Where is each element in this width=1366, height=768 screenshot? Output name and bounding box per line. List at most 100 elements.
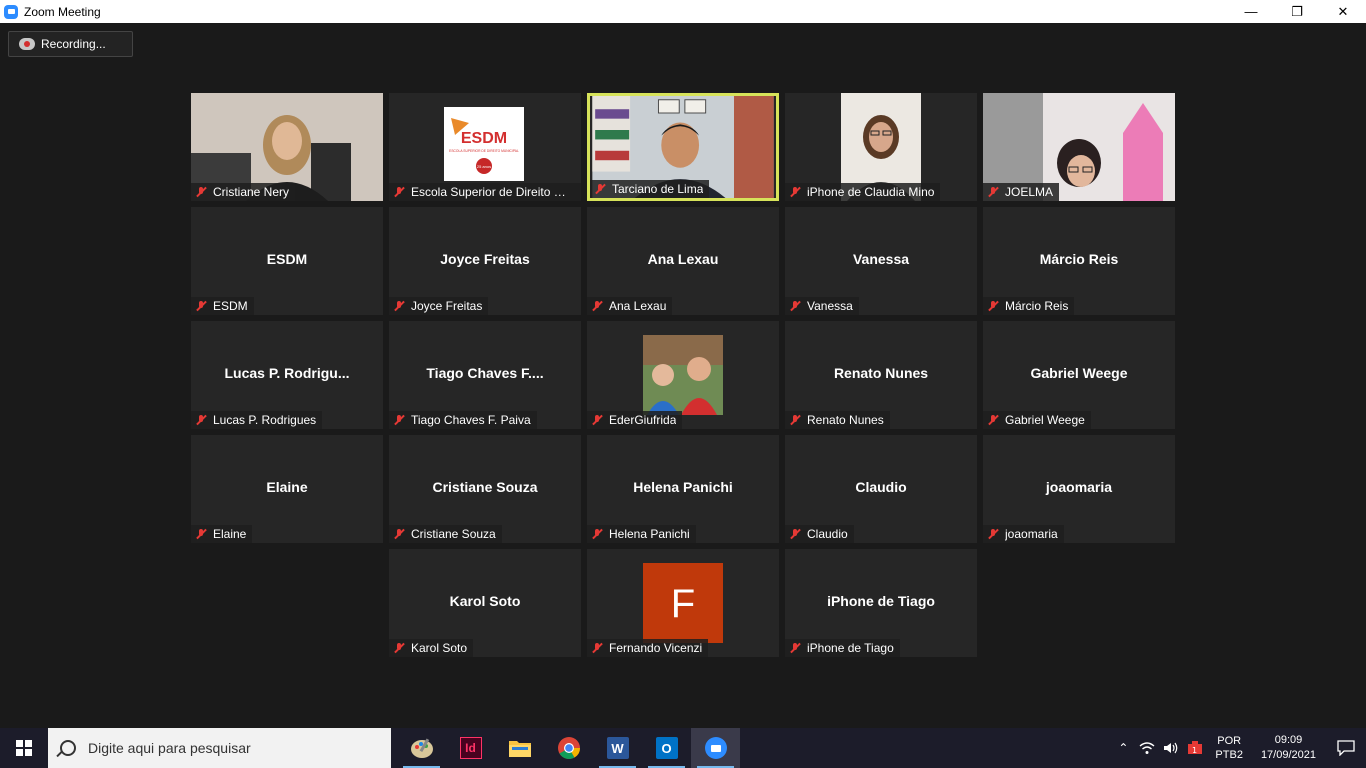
restore-button[interactable]: ❐ xyxy=(1274,0,1320,23)
participant-label: JOELMA xyxy=(983,183,1060,201)
indesign-icon[interactable]: Id xyxy=(446,728,495,768)
participant-label: Lucas P. Rodrigues xyxy=(191,411,323,429)
muted-mic-icon xyxy=(393,300,405,312)
participant-tile-cristiane-souza[interactable]: Cristiane Souza Cristiane Souza xyxy=(389,435,581,543)
participant-tile-edergiufrida[interactable]: EderGiufrida xyxy=(587,321,779,429)
participant-tile-iphone-de-tiago[interactable]: iPhone de Tiago iPhone de Tiago xyxy=(785,549,977,657)
participant-label: Claudio xyxy=(785,525,854,543)
notifications-icon[interactable] xyxy=(1326,740,1366,756)
participant-name: iPhone de Claudia Mino xyxy=(807,185,935,199)
participant-name: Ana Lexau xyxy=(609,299,667,313)
participant-label: Cristiane Nery xyxy=(191,183,296,201)
participant-tile-escola-superior-de-direito-mu[interactable]: ESDM ESCOLA SUPERIOR DE DIREITO MUNICIPA… xyxy=(389,93,581,201)
chevron-up-icon[interactable]: ⌃ xyxy=(1111,741,1135,755)
participant-label: Joyce Freitas xyxy=(389,297,489,315)
close-button[interactable]: ✕ xyxy=(1320,0,1366,23)
participant-tile-fernando-vicenzi[interactable]: F Fernando Vicenzi xyxy=(587,549,779,657)
participant-name: Cristiane Souza xyxy=(411,527,496,541)
participant-tile-karol-soto[interactable]: Karol Soto Karol Soto xyxy=(389,549,581,657)
windows-icon xyxy=(16,740,32,756)
participant-name: Fernando Vicenzi xyxy=(609,641,703,655)
participant-display-name: Elaine xyxy=(266,479,308,495)
paint-icon[interactable] xyxy=(397,728,446,768)
clock-time: 09:09 xyxy=(1274,734,1303,746)
participant-tile-elaine[interactable]: Elaine Elaine xyxy=(191,435,383,543)
recording-indicator[interactable]: Recording... xyxy=(8,31,133,57)
participant-tile-vanessa[interactable]: Vanessa Vanessa xyxy=(785,207,977,315)
participant-name: Vanessa xyxy=(807,299,853,313)
participant-tile-lucas-p-rodrigues[interactable]: Lucas P. Rodrigu... Lucas P. Rodrigues xyxy=(191,321,383,429)
clock[interactable]: 09:09 17/09/2021 xyxy=(1261,733,1316,763)
muted-mic-icon xyxy=(591,300,603,312)
zoom-taskbar-icon[interactable] xyxy=(691,728,740,768)
participant-name: Renato Nunes xyxy=(807,413,884,427)
participant-label: ESDM xyxy=(191,297,254,315)
participant-tile-renato-nunes[interactable]: Renato Nunes Renato Nunes xyxy=(785,321,977,429)
muted-mic-icon xyxy=(195,300,207,312)
participant-tile-iphone-de-claudia-mino[interactable]: iPhone de Claudia Mino xyxy=(785,93,977,201)
muted-mic-icon xyxy=(789,642,801,654)
minimize-button[interactable]: — xyxy=(1228,0,1274,23)
participant-tile-gabriel-weege[interactable]: Gabriel Weege Gabriel Weege xyxy=(983,321,1175,429)
participant-tile-tarciano-de-lima[interactable]: Tarciano de Lima xyxy=(587,93,779,201)
recording-icon xyxy=(19,38,35,50)
participant-tile-marcio-reis[interactable]: Márcio Reis Márcio Reis xyxy=(983,207,1175,315)
search-box[interactable]: Digite aqui para pesquisar xyxy=(48,728,391,768)
chrome-icon[interactable] xyxy=(544,728,593,768)
muted-mic-icon xyxy=(789,528,801,540)
participant-display-name: Lucas P. Rodrigu... xyxy=(224,365,350,381)
file-explorer-icon[interactable] xyxy=(495,728,544,768)
participant-display-name: Renato Nunes xyxy=(833,365,929,381)
participant-name: Claudio xyxy=(807,527,848,541)
start-button[interactable] xyxy=(0,728,48,768)
participant-tile-tiago-chaves-f-paiva[interactable]: Tiago Chaves F.... Tiago Chaves F. Paiva xyxy=(389,321,581,429)
participant-name: Helena Panichi xyxy=(609,527,690,541)
participant-label: Escola Superior de Direito Mu... xyxy=(389,183,581,201)
participant-display-name: Tiago Chaves F.... xyxy=(426,365,544,381)
word-label: W xyxy=(606,737,629,759)
outlook-icon[interactable]: O xyxy=(642,728,691,768)
muted-mic-icon xyxy=(393,414,405,426)
participant-label: Ana Lexau xyxy=(587,297,673,315)
language-indicator[interactable]: POR PTB2 xyxy=(1215,734,1243,762)
muted-mic-icon xyxy=(789,300,801,312)
participant-tile-ana-lexau[interactable]: Ana Lexau Ana Lexau xyxy=(587,207,779,315)
participant-label: Tiago Chaves F. Paiva xyxy=(389,411,537,429)
svg-text:1: 1 xyxy=(1192,746,1197,755)
esdm-logo-text: ESDM xyxy=(461,130,507,147)
search-icon xyxy=(60,740,76,756)
muted-mic-icon xyxy=(393,186,405,198)
participant-name: Joyce Freitas xyxy=(411,299,483,313)
participant-tile-joelma[interactable]: JOELMA xyxy=(983,93,1175,201)
participant-tile-helena-panichi[interactable]: Helena Panichi Helena Panichi xyxy=(587,435,779,543)
zoom-icon xyxy=(704,737,727,759)
participant-display-name: Karol Soto xyxy=(449,593,521,609)
volume-icon[interactable] xyxy=(1159,741,1183,755)
participant-display-name: ESDM xyxy=(266,251,308,267)
participant-label: Fernando Vicenzi xyxy=(587,639,709,657)
participant-display-name: joaomaria xyxy=(1045,479,1113,495)
taskbar: Digite aqui para pesquisar Id W O ⌃ 1 PO… xyxy=(0,728,1366,768)
participant-display-name: iPhone de Tiago xyxy=(827,593,935,609)
participant-label: Vanessa xyxy=(785,297,859,315)
participant-tile-cristiane-nery[interactable]: Cristiane Nery xyxy=(191,93,383,201)
participant-name: ESDM xyxy=(213,299,248,313)
participant-label: Karol Soto xyxy=(389,639,474,657)
participant-name: iPhone de Tiago xyxy=(807,641,894,655)
wifi-icon[interactable] xyxy=(1135,741,1159,755)
meeting-area: Recording... Cristiane Nery ESDM ESCOLA … xyxy=(0,23,1366,728)
participant-tile-esdm[interactable]: ESDM ESDM xyxy=(191,207,383,315)
app-tray-icon[interactable]: 1 xyxy=(1183,740,1207,756)
participant-display-name: Cristiane Souza xyxy=(432,479,538,495)
participant-name: Cristiane Nery xyxy=(213,185,290,199)
participant-label: Márcio Reis xyxy=(983,297,1075,315)
muted-mic-icon xyxy=(987,186,999,198)
participant-label: EderGiufrida xyxy=(587,411,683,429)
participant-tile-joyce-freitas[interactable]: Joyce Freitas Joyce Freitas xyxy=(389,207,581,315)
participant-tile-joaomaria[interactable]: joaomaria joaomaria xyxy=(983,435,1175,543)
language-code: POR xyxy=(1217,735,1242,747)
participant-tile-claudio[interactable]: Claudio Claudio xyxy=(785,435,977,543)
word-icon[interactable]: W xyxy=(593,728,642,768)
keyboard-layout: PTB2 xyxy=(1215,749,1243,761)
participant-label: iPhone de Claudia Mino xyxy=(785,183,941,201)
